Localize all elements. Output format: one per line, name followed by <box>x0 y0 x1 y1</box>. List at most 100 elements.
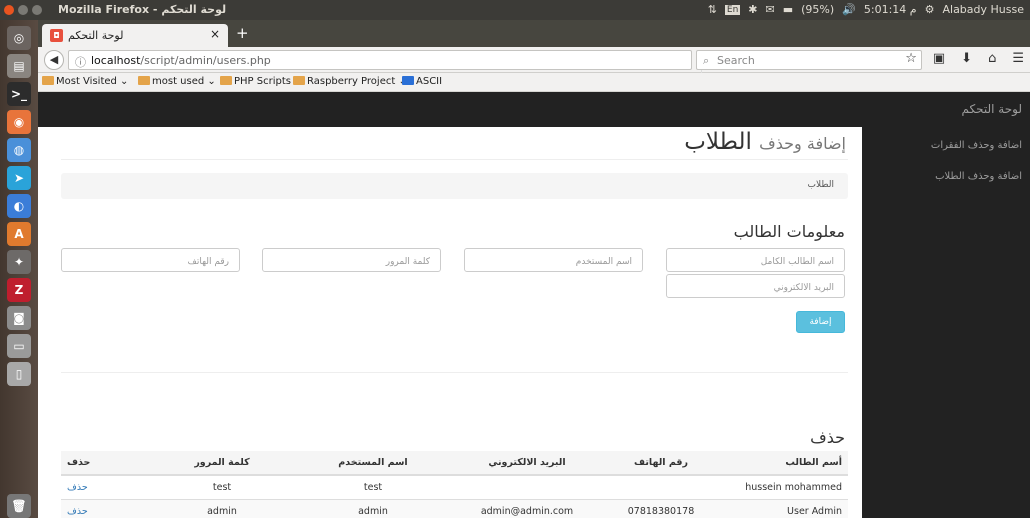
delete-section-title: حذف <box>810 428 845 447</box>
window-title: Mozilla Firefox - لوحة التحكم <box>58 3 227 16</box>
url-path: /script/admin/users.php <box>140 54 271 67</box>
table-header-row: حذف كلمة المرور اسم المستخدم البريد الال… <box>61 451 848 476</box>
status-area: ⇅ En ✱ ✉ ▬ (95%) 🔊 م 5:01:14 ⚙ Alabady H… <box>708 3 1024 16</box>
toolbar-icons: ☆ ▣ ⬇ ⌂ ☰ <box>905 51 1024 66</box>
students-table: حذف كلمة المرور اسم المستخدم البريد الال… <box>61 451 848 518</box>
clock[interactable]: م 5:01:14 <box>864 3 917 16</box>
bluetooth-icon[interactable]: ✱ <box>748 3 757 16</box>
favicon-icon: ◘ <box>50 29 63 42</box>
info-icon[interactable]: ⓘ <box>75 54 86 70</box>
col-username: اسم المستخدم <box>293 451 453 476</box>
bookmark-ascii[interactable]: ASCII <box>402 76 442 87</box>
ubuntu-logo-icon[interactable]: ◎ <box>7 26 31 50</box>
software-center-icon[interactable]: A <box>7 222 31 246</box>
password-field[interactable] <box>262 248 441 273</box>
tab-title: لوحة التحكم <box>68 29 124 42</box>
volume-icon[interactable]: 🔊 <box>842 3 856 16</box>
cell-username: admin <box>293 499 453 518</box>
phone-input[interactable] <box>62 251 239 273</box>
bookmark-php-scripts[interactable]: PHP Scripts ⌄ <box>220 76 303 87</box>
keyboard-indicator[interactable]: En <box>724 4 741 15</box>
settings-icon[interactable]: ⚙ <box>925 3 935 16</box>
divider <box>61 372 848 373</box>
back-icon[interactable]: ◀ <box>44 50 64 70</box>
menu-icon[interactable]: ☰ <box>1012 51 1024 66</box>
username-field[interactable] <box>464 248 643 273</box>
bookmark-star-icon[interactable]: ☆ <box>905 51 917 66</box>
user-name[interactable]: Alabady Husse <box>942 3 1024 16</box>
tab-close-icon[interactable]: × <box>210 27 220 41</box>
battery-icon[interactable]: ▬ <box>783 3 793 16</box>
filezilla-icon[interactable]: Z <box>7 278 31 302</box>
bookmark-raspberry-project[interactable]: Raspberry Project ⌄ <box>293 76 407 87</box>
telegram-icon[interactable]: ➤ <box>7 166 31 190</box>
delete-link[interactable]: حذف <box>67 482 88 493</box>
username-input[interactable] <box>465 251 642 273</box>
window-close-icon[interactable] <box>4 5 14 15</box>
delete-link[interactable]: حذف <box>67 506 88 517</box>
cell-email: admin@admin.com <box>453 499 601 518</box>
bookmarks-bar: Most Visited ⌄ most used ⌄ PHP Scripts ⌄… <box>38 73 1030 92</box>
folder-icon <box>293 76 305 85</box>
url-text: localhost/script/admin/users.php <box>91 54 271 67</box>
ascii-icon <box>402 76 414 85</box>
sidebar-item-paragraphs[interactable]: اضافة وحذف الفقرات <box>931 140 1022 151</box>
table-row: حذف admin admin admin@admin.com 07818380… <box>61 499 848 518</box>
url-host: localhost <box>91 54 141 67</box>
page-header: إضافة وحذف الطلاب <box>61 127 848 160</box>
form-title: معلومات الطالب <box>733 222 845 241</box>
col-phone: رقم الهاتف <box>601 451 721 476</box>
breadcrumb-item[interactable]: الطلاب <box>808 180 834 190</box>
nav-toolbar: ◀ ⓘ localhost/script/admin/users.php ↻ ⌕… <box>38 47 1030 74</box>
downloads-icon[interactable]: ⬇ <box>961 51 972 66</box>
bookmark-most-visited[interactable]: Most Visited ⌄ <box>42 76 128 87</box>
email-field[interactable] <box>666 274 845 299</box>
search-icon: ⌕ <box>703 54 710 67</box>
terminal-icon[interactable]: >_ <box>7 82 31 106</box>
table-row: حذف test test hussein mohammed <box>61 475 848 500</box>
col-password: كلمة المرور <box>151 451 293 476</box>
new-tab-button[interactable]: + <box>236 24 249 42</box>
trash-icon[interactable]: 🗑 <box>7 494 31 518</box>
breadcrumb: الطلاب <box>61 173 848 199</box>
phone-field[interactable] <box>61 248 240 273</box>
password-input[interactable] <box>263 251 440 273</box>
firefox-icon[interactable]: ◉ <box>7 110 31 134</box>
folder-icon <box>138 76 150 85</box>
cell-username: test <box>293 475 453 500</box>
folder-icon <box>42 76 54 85</box>
home-icon[interactable]: ⌂ <box>988 51 996 66</box>
col-email: البريد الالكتروني <box>453 451 601 476</box>
chrome-icon[interactable]: ◍ <box>7 138 31 162</box>
camera-icon[interactable]: ◙ <box>7 306 31 330</box>
reading-list-icon[interactable]: ▣ <box>933 51 945 66</box>
search-placeholder: Search <box>717 54 755 67</box>
cell-name: hussein mohammed <box>721 475 848 500</box>
drive-icon[interactable]: ▭ <box>7 334 31 358</box>
chromium-icon[interactable]: ◐ <box>7 194 31 218</box>
files-icon[interactable]: ▤ <box>7 54 31 78</box>
sidebar: اضافة وحذف الفقرات اضافة وحذف الطلاب <box>862 127 1030 518</box>
url-bar[interactable]: ⓘ localhost/script/admin/users.php ↻ <box>68 50 717 74</box>
window-minimize-icon[interactable] <box>18 5 28 15</box>
network-icon[interactable]: ⇅ <box>708 3 717 16</box>
mail-icon[interactable]: ✉ <box>766 3 775 16</box>
navbar-brand[interactable]: لوحة التحكم <box>962 102 1023 116</box>
add-button[interactable]: إضافة <box>796 311 845 333</box>
usb-icon[interactable]: ▯ <box>7 362 31 386</box>
full-name-input[interactable] <box>667 251 844 273</box>
settings-app-icon[interactable]: ✦ <box>7 250 31 274</box>
os-top-panel: Mozilla Firefox - لوحة التحكم ⇅ En ✱ ✉ ▬… <box>0 0 1030 20</box>
search-input[interactable]: ⌕ Search <box>696 50 922 70</box>
cell-phone: 07818380178 <box>601 499 721 518</box>
col-name: أسم الطالب <box>721 451 848 476</box>
full-name-field[interactable] <box>666 248 845 273</box>
window-maximize-icon[interactable] <box>32 5 42 15</box>
page-title: إضافة وحذف الطلاب <box>684 129 846 155</box>
browser-tab[interactable]: ◘ لوحة التحكم × <box>42 24 228 47</box>
sidebar-item-students[interactable]: اضافة وحذف الطلاب <box>935 171 1022 182</box>
bookmark-most-used[interactable]: most used ⌄ <box>138 76 216 87</box>
app-navbar: لوحة التحكم <box>38 92 1030 127</box>
page-subtitle: إضافة وحذف <box>759 134 846 153</box>
email-input[interactable] <box>667 277 844 299</box>
